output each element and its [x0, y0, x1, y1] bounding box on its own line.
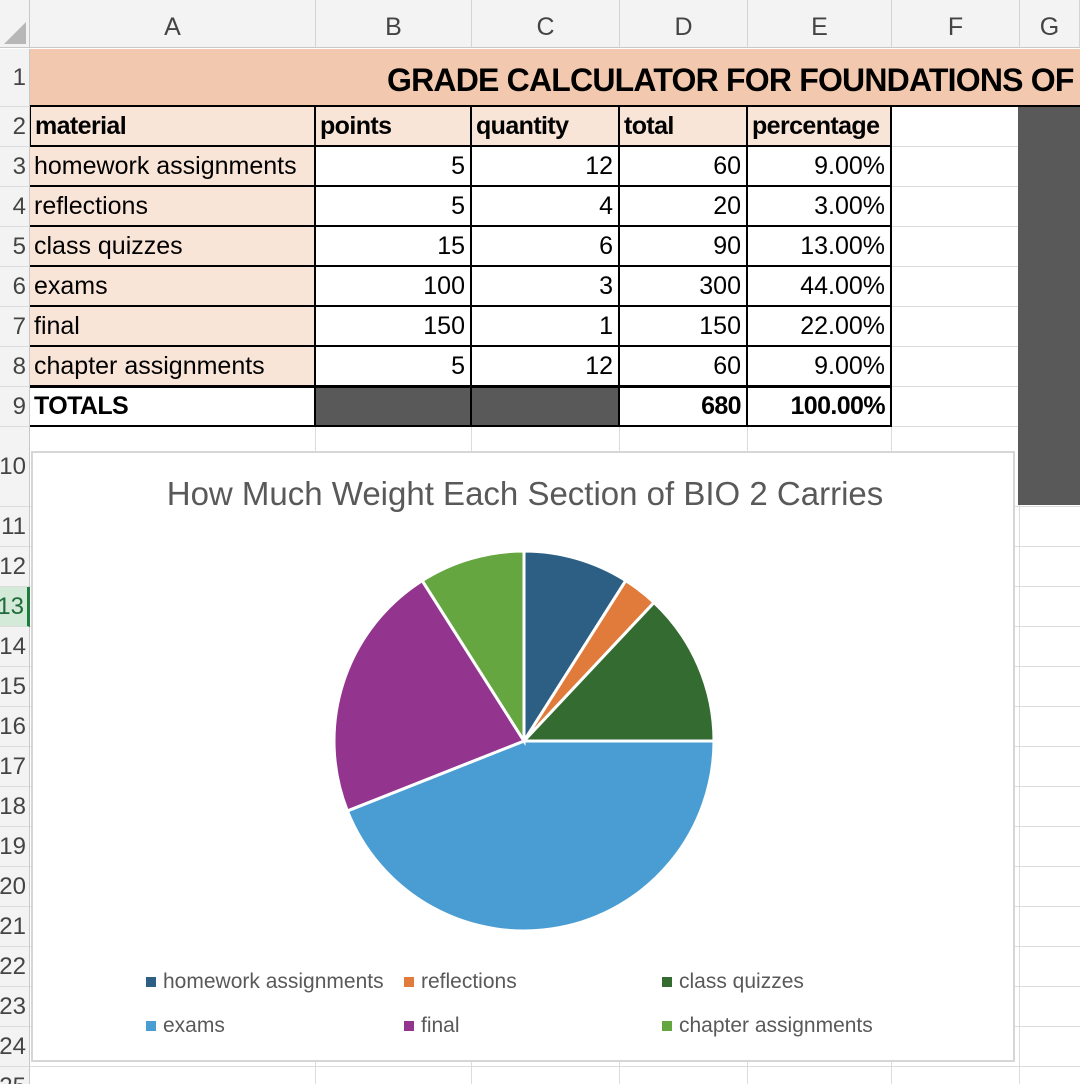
gridline: [30, 1066, 1080, 1067]
pie-chart-plot: [332, 549, 716, 933]
points-cell[interactable]: 5: [316, 147, 472, 187]
header-quantity[interactable]: quantity: [472, 107, 620, 147]
percentage-cell[interactable]: 3.00%: [748, 187, 892, 227]
legend-swatch-icon: [146, 1021, 156, 1031]
totals-label[interactable]: TOTALS: [30, 387, 316, 427]
quantity-cell[interactable]: 6: [472, 227, 620, 267]
row-header-12[interactable]: 12: [0, 547, 30, 587]
legend-item[interactable]: class quizzes: [662, 970, 804, 994]
row-header-22[interactable]: 22: [0, 947, 30, 987]
material-cell[interactable]: chapter assignments: [30, 347, 316, 387]
legend-label: homework assignments: [163, 970, 384, 993]
select-all-corner[interactable]: [0, 0, 30, 48]
row-header-15[interactable]: 15: [0, 667, 30, 707]
points-cell[interactable]: 100: [316, 267, 472, 307]
row-header-25[interactable]: 25: [0, 1067, 30, 1084]
legend-item[interactable]: final: [404, 1014, 460, 1038]
row-header-11[interactable]: 11: [0, 507, 30, 547]
quantity-cell[interactable]: 4: [472, 187, 620, 227]
select-all-icon: [4, 22, 26, 44]
column-header-e[interactable]: E: [748, 0, 892, 48]
total-cell[interactable]: 300: [620, 267, 748, 307]
points-cell[interactable]: 5: [316, 187, 472, 227]
points-cell[interactable]: 15: [316, 227, 472, 267]
material-cell[interactable]: class quizzes: [30, 227, 316, 267]
row-header-5[interactable]: 5: [0, 227, 30, 267]
pie-chart[interactable]: How Much Weight Each Section of BIO 2 Ca…: [31, 451, 1015, 1062]
legend-swatch-icon: [662, 1021, 672, 1031]
quantity-cell[interactable]: 3: [472, 267, 620, 307]
row-header-3[interactable]: 3: [0, 147, 30, 187]
legend-swatch-icon: [404, 1021, 414, 1031]
legend-label: exams: [163, 1014, 225, 1037]
row-header-14[interactable]: 14: [0, 627, 30, 667]
totals-points-cell[interactable]: [316, 387, 472, 427]
total-cell[interactable]: 60: [620, 147, 748, 187]
material-cell[interactable]: reflections: [30, 187, 316, 227]
total-cell[interactable]: 150: [620, 307, 748, 347]
legend-label: chapter assignments: [679, 1014, 873, 1037]
material-cell[interactable]: final: [30, 307, 316, 347]
row-header-7[interactable]: 7: [0, 307, 30, 347]
spreadsheet: A B C D E F G 1 2 3 4 5 6 7 8 9 10 11 12…: [0, 0, 1080, 1084]
row-header-23[interactable]: 23: [0, 987, 30, 1027]
material-cell[interactable]: exams: [30, 267, 316, 307]
column-header-a[interactable]: A: [30, 0, 316, 48]
row-header-19[interactable]: 19: [0, 827, 30, 867]
material-cell[interactable]: homework assignments: [30, 147, 316, 187]
percentage-cell[interactable]: 22.00%: [748, 307, 892, 347]
sheet-title: GRADE CALCULATOR FOR FOUNDATIONS OF B: [387, 62, 1080, 98]
legend-item[interactable]: exams: [146, 1014, 225, 1038]
header-points[interactable]: points: [316, 107, 472, 147]
gray-filled-cells[interactable]: [1018, 107, 1080, 505]
quantity-cell[interactable]: 12: [472, 347, 620, 387]
row-header-18[interactable]: 18: [0, 787, 30, 827]
column-header-f[interactable]: F: [892, 0, 1020, 48]
row-header-10[interactable]: 10: [0, 427, 30, 507]
quantity-cell[interactable]: 12: [472, 147, 620, 187]
row-header-21[interactable]: 21: [0, 907, 30, 947]
percentage-cell[interactable]: 13.00%: [748, 227, 892, 267]
points-cell[interactable]: 5: [316, 347, 472, 387]
points-cell[interactable]: 150: [316, 307, 472, 347]
header-percentage[interactable]: percentage: [748, 107, 892, 147]
total-cell[interactable]: 60: [620, 347, 748, 387]
row-header-8[interactable]: 8: [0, 347, 30, 387]
row-header-1[interactable]: 1: [0, 49, 30, 107]
row-header-13[interactable]: 13: [0, 587, 30, 627]
title-banner[interactable]: GRADE CALCULATOR FOR FOUNDATIONS OF B: [30, 49, 1080, 107]
totals-total-cell[interactable]: 680: [620, 387, 748, 427]
legend-label: class quizzes: [679, 970, 804, 993]
legend-label: reflections: [421, 970, 517, 993]
legend-label: final: [421, 1014, 460, 1037]
column-header-d[interactable]: D: [620, 0, 748, 48]
legend-swatch-icon: [404, 977, 414, 987]
column-header-b[interactable]: B: [316, 0, 472, 48]
row-header-20[interactable]: 20: [0, 867, 30, 907]
totals-percentage-cell[interactable]: 100.00%: [748, 387, 892, 427]
header-total[interactable]: total: [620, 107, 748, 147]
row-header-17[interactable]: 17: [0, 747, 30, 787]
quantity-cell[interactable]: 1: [472, 307, 620, 347]
totals-quantity-cell[interactable]: [472, 387, 620, 427]
total-cell[interactable]: 20: [620, 187, 748, 227]
total-cell[interactable]: 90: [620, 227, 748, 267]
legend-swatch-icon: [146, 977, 156, 987]
percentage-cell[interactable]: 9.00%: [748, 347, 892, 387]
row-header-6[interactable]: 6: [0, 267, 30, 307]
legend-item[interactable]: reflections: [404, 970, 517, 994]
legend-item[interactable]: chapter assignments: [662, 1014, 873, 1038]
row-header-2[interactable]: 2: [0, 107, 30, 147]
row-header-9[interactable]: 9: [0, 387, 30, 427]
column-header-c[interactable]: C: [472, 0, 620, 48]
row-header-16[interactable]: 16: [0, 707, 30, 747]
percentage-cell[interactable]: 9.00%: [748, 147, 892, 187]
legend-item[interactable]: homework assignments: [146, 970, 384, 994]
row-header-24[interactable]: 24: [0, 1027, 30, 1067]
row-header-4[interactable]: 4: [0, 187, 30, 227]
column-header-g[interactable]: G: [1020, 0, 1080, 48]
percentage-cell[interactable]: 44.00%: [748, 267, 892, 307]
legend-swatch-icon: [662, 977, 672, 987]
header-material[interactable]: material: [30, 107, 316, 147]
